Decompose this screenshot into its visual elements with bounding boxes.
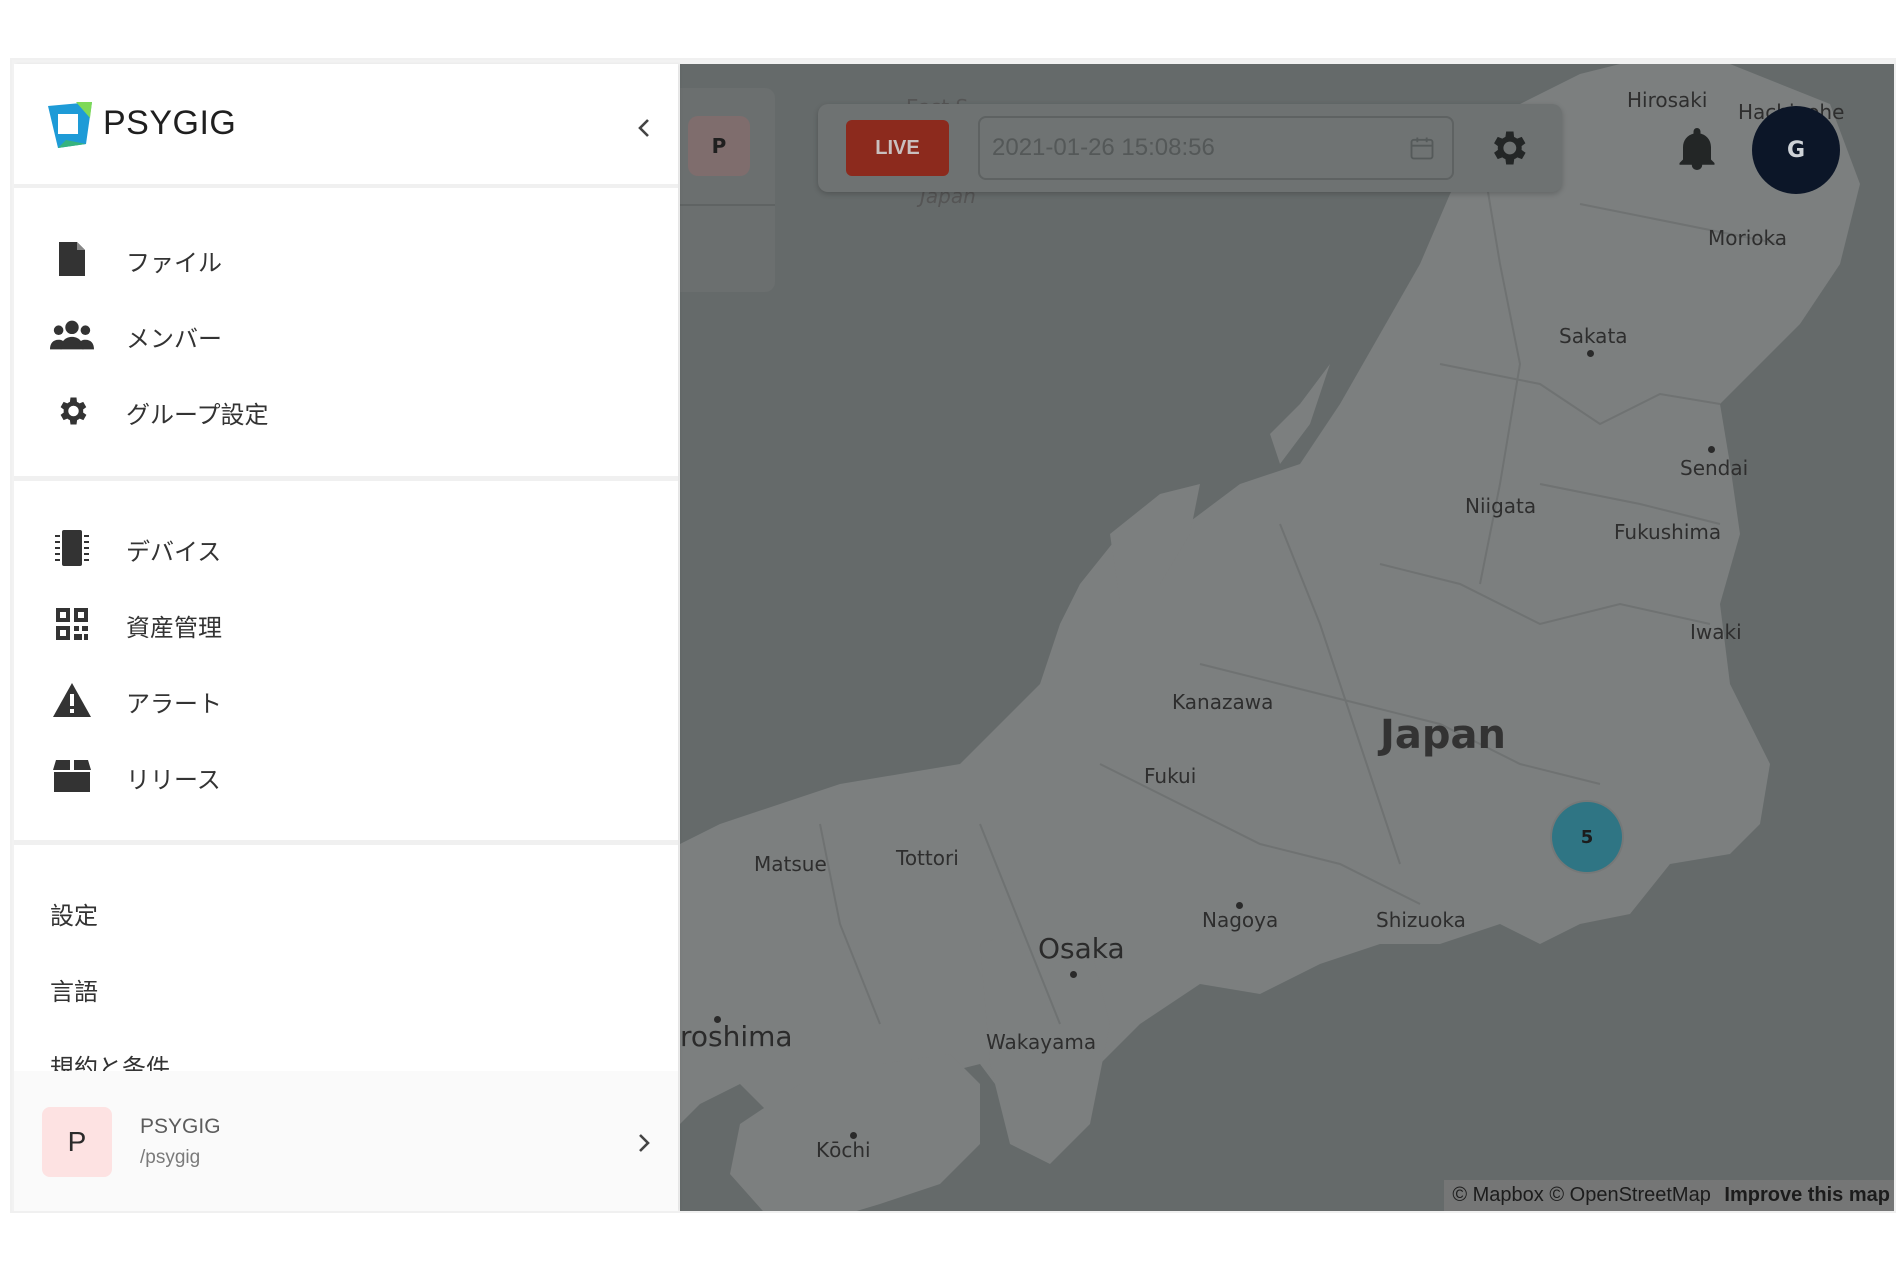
datetime-picker[interactable]: 2021-01-26 15:08:56 (978, 116, 1454, 180)
sidebar-header: PSYGIG (14, 64, 678, 188)
live-button[interactable]: LIVE (846, 120, 949, 176)
users-icon (50, 315, 94, 355)
nav-item-devices[interactable]: デバイス (14, 518, 678, 578)
map-label-tottori: Tottori (896, 846, 959, 870)
map-label-fukushima: Fukushima (1614, 520, 1722, 544)
map-attribution: © Mapbox © OpenStreetMap Improve this ma… (1444, 1180, 1894, 1211)
improve-map-link[interactable]: Improve this map (1724, 1184, 1890, 1206)
city-dot (850, 1132, 857, 1139)
map-label-kanazawa: Kanazawa (1172, 690, 1274, 714)
city-dot (1070, 971, 1077, 978)
chevron-right-icon (634, 1131, 654, 1159)
city-dot (1236, 902, 1243, 909)
org-name: PSYGIG (140, 1115, 221, 1138)
box-icon (50, 756, 94, 796)
nav-label: リリース (126, 766, 221, 794)
warning-icon (50, 680, 94, 720)
nav-label: グループ設定 (126, 401, 269, 429)
nav-label: 資産管理 (126, 614, 222, 642)
sidebar: PSYGIG ファイル メンバー グループ設定 デバイス 資産管理 アラート リ… (14, 64, 678, 1211)
map-label-niigata: Niigata (1465, 494, 1537, 518)
org-avatar: P (42, 1107, 112, 1177)
nav-label: アラート (126, 690, 222, 718)
calendar-icon[interactable] (1408, 134, 1436, 166)
psygig-logo-icon (46, 100, 94, 154)
datetime-value: 2021-01-26 15:08:56 (992, 134, 1215, 161)
map-label-nagoya: Nagoya (1202, 908, 1279, 932)
file-icon (50, 239, 94, 279)
nav-label: デバイス (126, 538, 222, 566)
map-label-hiroshima: roshima (680, 1020, 793, 1053)
divider (14, 840, 678, 845)
nav-item-language[interactable]: 言語 (50, 972, 98, 1007)
user-avatar[interactable]: G (1752, 106, 1840, 194)
city-dot (714, 1016, 721, 1023)
divider (680, 204, 775, 206)
map-label-shizuoka: Shizuoka (1376, 908, 1466, 932)
group-avatar[interactable]: P (688, 116, 750, 176)
brand-name: PSYGIG (103, 104, 237, 142)
chevron-left-icon[interactable] (634, 116, 654, 144)
map-label-matsue: Matsue (754, 852, 827, 876)
nav-item-group-settings[interactable]: グループ設定 (14, 381, 678, 441)
nav-label: メンバー (126, 325, 222, 353)
nav-item-members[interactable]: メンバー (14, 305, 678, 365)
map-label-sendai: Sendai (1680, 456, 1749, 480)
chip-icon (50, 528, 94, 568)
gear-icon (50, 391, 94, 431)
group-card: P (680, 88, 775, 292)
map[interactable]: East S Japan Hirosaki Hachinohe Morioka … (680, 64, 1894, 1211)
map-label-iwaki: Iwaki (1690, 620, 1742, 644)
gear-icon[interactable] (1486, 126, 1530, 174)
mapbox-attribution-link[interactable]: © Mapbox (1452, 1184, 1543, 1206)
nav-item-files[interactable]: ファイル (14, 229, 678, 289)
map-label-fukui: Fukui (1144, 764, 1197, 788)
divider (14, 476, 678, 481)
map-label-hirosaki: Hirosaki (1627, 88, 1708, 112)
map-label-japan: Japan (1380, 712, 1506, 758)
city-dot (1587, 350, 1594, 357)
org-switcher[interactable]: P PSYGIG /psygig (14, 1071, 678, 1211)
nav-item-alerts[interactable]: アラート (14, 670, 678, 730)
bell-icon[interactable] (1676, 126, 1718, 176)
nav-item-releases[interactable]: リリース (14, 746, 678, 806)
map-label-morioka: Morioka (1708, 226, 1787, 250)
city-dot (1708, 446, 1715, 453)
nav-item-settings[interactable]: 設定 (50, 896, 98, 931)
map-label-sakata: Sakata (1559, 324, 1628, 348)
map-label-osaka: Osaka (1038, 932, 1125, 965)
map-toolbar: LIVE 2021-01-26 15:08:56 (818, 104, 1562, 192)
device-cluster-marker[interactable]: 5 (1552, 802, 1622, 872)
nav-label: ファイル (126, 249, 222, 277)
osm-attribution-link[interactable]: © OpenStreetMap (1549, 1184, 1710, 1206)
map-label-wakayama: Wakayama (986, 1030, 1097, 1054)
org-slug: /psygig (140, 1147, 201, 1168)
map-label-kochi: Kōchi (816, 1138, 871, 1162)
nav-item-assets[interactable]: 資産管理 (14, 594, 678, 654)
qr-code-icon (50, 604, 94, 644)
app-window: East S Japan Hirosaki Hachinohe Morioka … (10, 58, 1896, 1213)
